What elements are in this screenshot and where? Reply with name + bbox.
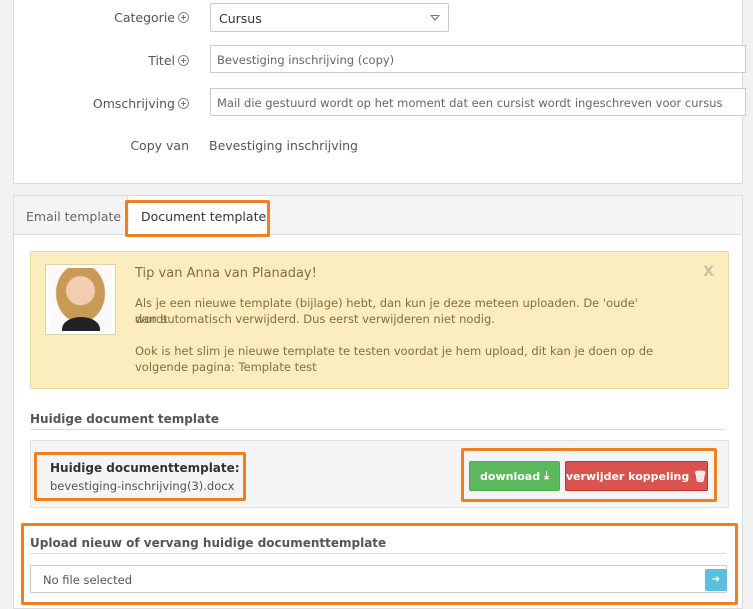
tab-document-template[interactable]: Document template xyxy=(129,196,269,236)
category-row: Categorie Cursus xyxy=(14,2,742,32)
title-label-wrap: Titel xyxy=(148,53,189,68)
template-tabs-panel: Email template Document template Tip van… xyxy=(13,195,743,609)
description-row: Omschrijving Mail die gestuurd wordt op … xyxy=(14,88,746,118)
tip-line-3: Ook is het slim je nieuwe template te te… xyxy=(135,344,654,358)
template-form: Categorie Cursus Titel Bevestiging insch… xyxy=(13,0,746,184)
anna-photo xyxy=(49,268,112,331)
copy-row: Copy van Bevestiging inschrijving xyxy=(14,130,742,160)
chevron-down-icon xyxy=(430,15,440,21)
description-label: Omschrijving xyxy=(92,96,175,111)
current-template-box: Huidige documenttemplate: bevestiging-in… xyxy=(30,440,729,508)
template-test-link[interactable]: Template test xyxy=(238,360,316,374)
tip-line-4: volgende pagina: Template test xyxy=(135,359,655,375)
tip-box: Tip van Anna van Planaday! X Als je een … xyxy=(30,251,729,389)
unlink-button[interactable]: verwijder koppeling 🗑 xyxy=(565,461,708,491)
current-template-filename: bevestiging-inschrijving(3).docx xyxy=(50,479,235,493)
tip-line-4-prefix: volgende pagina: xyxy=(135,360,235,374)
title-label: Titel xyxy=(148,53,175,68)
upload-icon[interactable]: ➜ xyxy=(705,569,727,591)
avatar xyxy=(45,264,116,335)
unlink-button-label: verwijder koppeling xyxy=(565,469,690,483)
divider xyxy=(30,429,726,430)
file-upload-input[interactable]: No file selected ➜ xyxy=(30,565,727,593)
file-status: No file selected xyxy=(43,573,133,587)
download-icon: ⤓ xyxy=(544,469,549,482)
category-label-wrap: Categorie xyxy=(114,10,189,25)
upload-section-title: Upload nieuw of vervang huidige document… xyxy=(30,536,387,550)
copy-value: Bevestiging inschrijving xyxy=(209,138,358,153)
trash-icon: 🗑 xyxy=(693,469,708,483)
category-help-icon[interactable] xyxy=(178,12,189,23)
title-row: Titel Bevestiging inschrijving (copy) xyxy=(14,45,746,75)
tip-title: Tip van Anna van Planaday! xyxy=(135,266,317,281)
close-icon[interactable]: X xyxy=(703,264,714,280)
current-section-title: Huidige document template xyxy=(30,412,219,426)
category-select[interactable]: Cursus xyxy=(210,3,449,32)
description-help-icon[interactable] xyxy=(178,98,189,109)
copy-label: Copy van xyxy=(130,138,189,153)
category-label: Categorie xyxy=(114,10,175,25)
tip-line-2: dan automatisch verwijderd. Dus eerst ve… xyxy=(135,312,495,326)
current-template-label: Huidige documenttemplate: xyxy=(50,461,240,475)
tab-email-template[interactable]: Email template xyxy=(14,196,128,235)
download-button[interactable]: download ⤓ xyxy=(469,461,560,491)
title-input[interactable]: Bevestiging inschrijving (copy) xyxy=(210,45,746,73)
category-selected-value: Cursus xyxy=(219,11,262,26)
description-input[interactable]: Mail die gestuurd wordt op het moment da… xyxy=(210,88,746,116)
description-label-wrap: Omschrijving xyxy=(93,96,189,111)
download-button-label: download xyxy=(480,469,541,483)
divider xyxy=(30,553,726,554)
title-help-icon[interactable] xyxy=(178,55,189,66)
tab-bar: Email template Document template xyxy=(14,196,742,236)
